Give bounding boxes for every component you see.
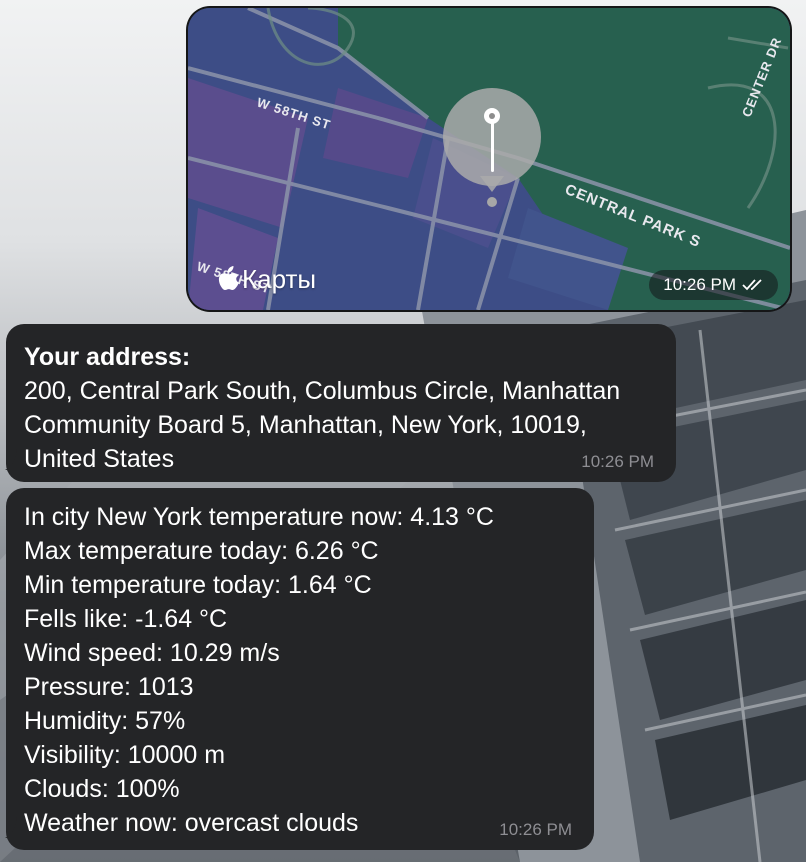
bubble-tail bbox=[5, 448, 23, 470]
pin-icon-stick bbox=[490, 122, 494, 172]
location-pin-pointer bbox=[480, 176, 504, 192]
weather-line-pressure: Pressure: 1013 bbox=[24, 673, 194, 701]
address-text-block: Your address: 200, Central Park South, C… bbox=[24, 340, 660, 476]
weather-line-clouds: Clouds: 100% bbox=[24, 775, 180, 803]
weather-line-visibility: Visibility: 10000 m bbox=[24, 741, 226, 769]
weather-line-feels-like: Fells like: -1.64 °C bbox=[24, 605, 228, 633]
address-message[interactable]: Your address: 200, Central Park South, C… bbox=[5, 324, 676, 482]
weather-lines: In city New York temperature now: 4.13 °… bbox=[24, 500, 494, 840]
maps-brand-label: Карты bbox=[242, 264, 317, 294]
address-body: 200, Central Park South, Columbus Circle… bbox=[24, 377, 621, 473]
weather-message[interactable]: In city New York temperature now: 4.13 °… bbox=[5, 488, 594, 850]
weather-line-max-temp: Max temperature today: 6.26 °C bbox=[24, 537, 379, 565]
double-check-icon bbox=[742, 279, 762, 291]
weather-line-min-temp: Min temperature today: 1.64 °C bbox=[24, 571, 372, 599]
message-timestamp: 10:26 PM bbox=[649, 270, 778, 300]
message-timestamp: 10:26 PM bbox=[499, 820, 572, 839]
bubble-tail bbox=[5, 816, 23, 838]
message-timestamp: 10:26 PM bbox=[581, 452, 654, 471]
pin-icon bbox=[484, 108, 500, 124]
apple-icon bbox=[218, 265, 239, 290]
location-message[interactable]: W 58TH ST CENTRAL PARK S CENTER DR W 58T… bbox=[188, 8, 790, 310]
weather-line-humidity: Humidity: 57% bbox=[24, 707, 186, 735]
weather-line-wind-speed: Wind speed: 10.29 m/s bbox=[24, 639, 280, 667]
address-title: Your address: bbox=[24, 343, 191, 371]
location-point-dot bbox=[487, 197, 497, 207]
apple-maps-logo: Карты bbox=[218, 264, 316, 295]
weather-line-temperature-now: In city New York temperature now: 4.13 °… bbox=[24, 503, 494, 531]
weather-line-conditions: Weather now: overcast clouds bbox=[24, 809, 359, 837]
timestamp-text: 10:26 PM bbox=[663, 275, 736, 294]
